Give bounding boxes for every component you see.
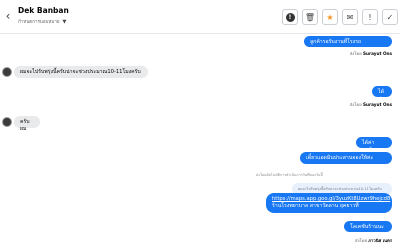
check-icon: ✓	[386, 12, 394, 22]
chevron-down-icon: ▼	[62, 18, 67, 25]
outgoing-message[interactable]: ได้ค่ะ	[372, 86, 392, 102]
message-text: เดี๋ยวแอดมินประสานจองให้ค่ะ	[306, 155, 374, 161]
map-link[interactable]: https://maps.app.goo.gl/3yuzKt8Uzwr9hejc…	[272, 196, 390, 203]
toolbar: ! 🗑 ★ ✉ ! ✓	[282, 9, 398, 25]
sender-name: ภาวนิศ เนตร	[368, 238, 392, 243]
avatar[interactable]	[2, 117, 12, 127]
avatar[interactable]	[2, 67, 12, 77]
message-text: ได้ค่ะ	[378, 89, 385, 102]
message-meta: ส่งโดย Surayut Ons	[350, 50, 392, 57]
message-meta: ส่งโดย Surayut Ons	[350, 101, 392, 108]
system-note: ส่งโดยอัตโนมัติการดำเนินการวันที่ของวันน…	[256, 172, 323, 178]
info-icon: !	[285, 12, 295, 22]
message-meta: ส่งโดย ภาวนิศ เนตร	[355, 237, 392, 244]
contact-name[interactable]: Dek Banban	[18, 6, 69, 15]
outgoing-message[interactable]: ได้ค่าลูกค้า	[356, 137, 392, 153]
contact-assignment[interactable]: กำหนดการมอบหมาย ▼	[18, 18, 67, 26]
outgoing-message-link[interactable]: https://maps.app.goo.gl/3yuzKt8Uzwr9hejc…	[266, 193, 392, 213]
sent-by-label: ส่งโดย	[349, 102, 362, 107]
outgoing-message[interactable]: เดี๋ยวแอดมินประสานจองให้ค่ะ	[300, 152, 392, 164]
delete-button[interactable]: 🗑	[302, 9, 318, 25]
sent-by-label: ส่งโดย	[354, 238, 367, 243]
outgoing-message[interactable]: ลูกค้ารอรับงานที่โรงรถ	[304, 36, 392, 47]
sender-name: Surayut Ons	[363, 51, 392, 56]
mail-button[interactable]: ✉	[342, 9, 358, 25]
info-button[interactable]: !	[282, 9, 298, 25]
message-text: ร้านโรงพยาบาล สาขาวัดลาน ยุคยาวที่	[272, 202, 359, 209]
trash-icon: 🗑	[304, 12, 316, 22]
system-note-text: ส่งโดยอัตโนมัติการดำเนินการวันที่ของวันน…	[256, 173, 323, 177]
message-text: ผมจะไปรับพรุ่งนี้ครับน่าจะช่วงประมาณ10-1…	[20, 69, 141, 75]
back-arrow-icon[interactable]: ‹	[2, 9, 14, 23]
mail-icon: ✉	[346, 12, 354, 22]
incoming-message[interactable]: ครับผม	[14, 116, 40, 132]
message-text: โลเคชันร้านนะคะ	[350, 224, 384, 237]
done-button[interactable]: ✓	[382, 9, 398, 25]
sent-by-label: ส่งโดย	[349, 51, 362, 56]
sender-name: Surayut Ons	[363, 102, 392, 107]
message-text: ลูกค้ารอรับงานที่โรงรถ	[310, 39, 362, 45]
alert-button[interactable]: !	[362, 9, 378, 25]
outgoing-message[interactable]: โลเคชันร้านนะคะ	[344, 221, 392, 237]
star-icon: ★	[326, 12, 334, 22]
incoming-message[interactable]: ผมจะไปรับพรุ่งนี้ครับน่าจะช่วงประมาณ10-1…	[14, 66, 148, 78]
message-text: ได้ค่าลูกค้า	[362, 140, 375, 153]
alert-icon: !	[368, 12, 372, 22]
conversation-header: ‹ Dek Banban กำหนดการมอบหมาย ▼ ! 🗑 ★ ✉ !…	[0, 0, 400, 34]
quoted-text: ผมจะไปรับพรุ่งนี้ครับน่าจะช่วงประมาณ10-1…	[298, 187, 382, 191]
message-text: ครับผม	[20, 119, 30, 132]
star-button[interactable]: ★	[322, 9, 338, 25]
contact-assignment-label: กำหนดการมอบหมาย	[18, 20, 60, 25]
